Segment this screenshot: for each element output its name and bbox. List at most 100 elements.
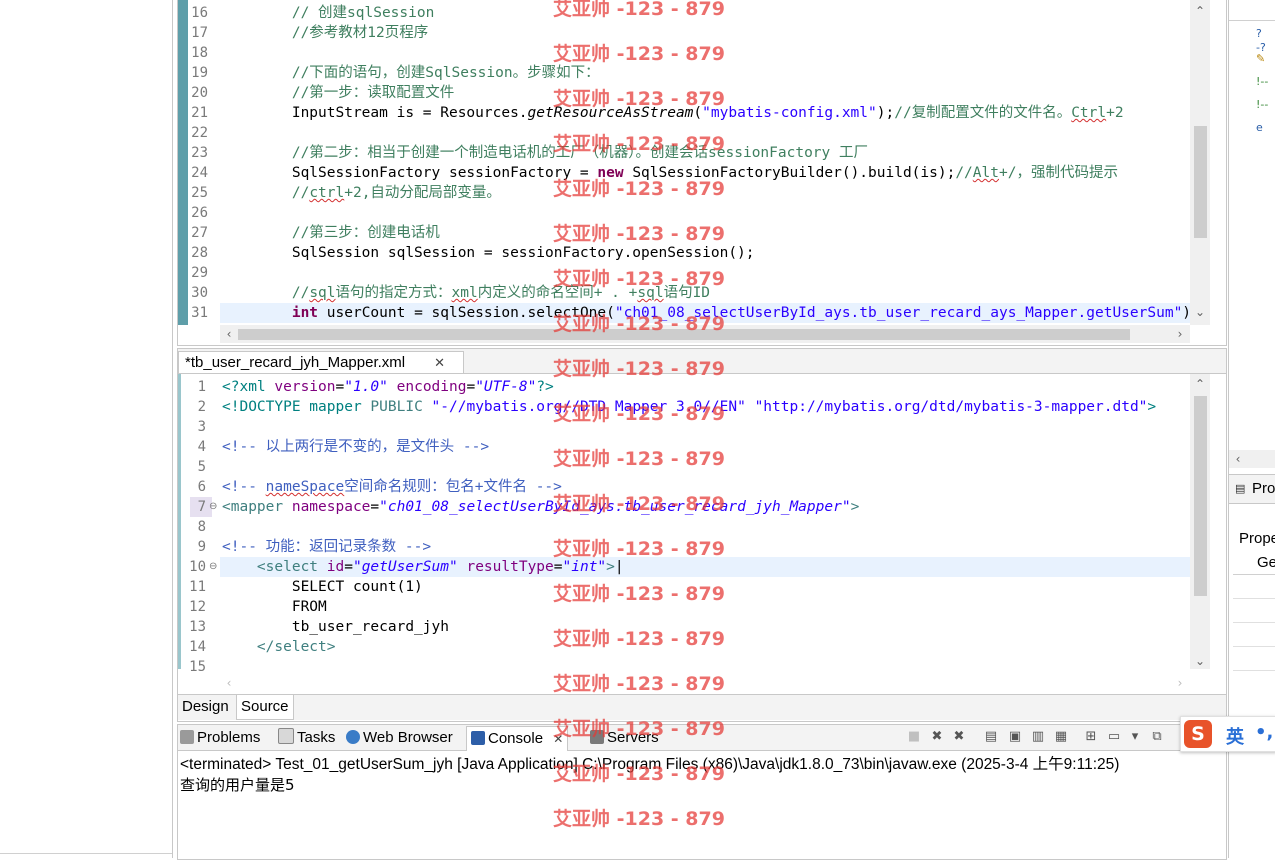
horizontal-scrollbar[interactable]: ‹ › [220, 674, 1190, 692]
show-on-output-icon[interactable]: ▦ [1054, 730, 1068, 744]
code-line[interactable]: InputStream is = Resources.getResourceAs… [222, 103, 1190, 123]
scroll-down-icon[interactable]: ⌄ [1193, 654, 1207, 668]
line-number: 7 [197, 499, 206, 515]
scroll-up-icon[interactable]: ⌃ [1193, 377, 1207, 391]
code-line[interactable]: </select> [222, 637, 1190, 657]
code-line[interactable]: tb_user_recard_jyh [222, 617, 1190, 637]
scroll-up-icon[interactable]: ⌃ [1193, 4, 1207, 18]
fold-icon[interactable]: ⊖ [209, 561, 217, 572]
horizontal-scrollbar[interactable]: ‹ [1229, 450, 1275, 468]
node-icon[interactable]: !-- [1256, 98, 1270, 112]
code-line[interactable]: SqlSessionFactory sessionFactory = new S… [222, 163, 1190, 183]
tab-web-browser[interactable]: Web Browser [346, 726, 453, 750]
code-line[interactable] [222, 517, 1190, 537]
line-number: 22 [191, 125, 208, 141]
outline-item-icon[interactable]: ?-? [1256, 27, 1270, 54]
line-number: 18 [191, 45, 208, 61]
ime-mode-label[interactable]: 英 [1226, 723, 1244, 749]
remove-all-icon[interactable]: ✖ [952, 730, 966, 744]
scroll-left-icon[interactable]: ‹ [222, 327, 236, 341]
code-line[interactable]: //sql语句的指定方式：xml内定义的命名空间+ . +sql语句ID [222, 283, 1190, 303]
code-line[interactable]: <select id="getUserSum" resultType="int"… [222, 557, 1190, 577]
code-line[interactable]: int userCount = sqlSession.selectOne("ch… [222, 303, 1190, 323]
fold-icon[interactable]: ⊖ [209, 501, 217, 512]
word-wrap-icon[interactable]: ▥ [1031, 730, 1045, 744]
code-line[interactable]: <?xml version="1.0" encoding="UTF-8"?> [222, 377, 1190, 397]
scroll-right-icon[interactable]: › [1173, 676, 1187, 690]
line-number: 6 [197, 479, 206, 495]
code-line[interactable] [222, 43, 1190, 63]
code-line[interactable]: //下面的语句，创建SqlSession。步骤如下： [222, 63, 1190, 83]
console-icon [471, 731, 485, 745]
code-line[interactable]: <!-- 功能：返回记录条数 --> [222, 537, 1190, 557]
line-number: 9 [197, 539, 206, 555]
ime-toolbar[interactable]: S 英 •, [1180, 716, 1275, 752]
node-icon[interactable]: !-- [1256, 75, 1270, 89]
punctuation-icon[interactable]: •, [1255, 722, 1273, 743]
line-number: 25 [191, 185, 208, 201]
scroll-thumb[interactable] [1194, 126, 1207, 238]
element-icon[interactable]: e [1256, 121, 1270, 135]
scroll-lock-icon[interactable]: ▣ [1008, 730, 1022, 744]
code-line[interactable]: //参考教材12页程序 [222, 23, 1190, 43]
tab-source[interactable]: Source [236, 695, 294, 720]
tab-label: Tasks [297, 729, 336, 746]
tab-tasks[interactable]: Tasks [278, 726, 335, 750]
close-icon[interactable]: ✕ [434, 352, 445, 374]
terminate-icon[interactable]: ■ [907, 730, 921, 744]
display-console-icon[interactable]: ▭ [1107, 730, 1121, 744]
sogou-logo-icon: S [1184, 720, 1212, 748]
hscroll-thumb[interactable] [238, 329, 1130, 340]
edit-icon[interactable]: ✎ [1256, 52, 1270, 66]
vertical-scrollbar[interactable]: ⌃ ⌄ [1190, 374, 1210, 669]
horizontal-scrollbar[interactable]: ‹ › [220, 325, 1190, 343]
code-line[interactable]: //第三步：创建电话机 [222, 223, 1190, 243]
code-line[interactable]: <!DOCTYPE mapper PUBLIC "-//mybatis.org/… [222, 397, 1190, 417]
properties-label: Prope [1239, 530, 1275, 547]
code-line[interactable]: <!-- 以上两行是不变的，是文件头 --> [222, 437, 1190, 457]
code-line[interactable]: SqlSession sqlSession = sessionFactory.o… [222, 243, 1190, 263]
scroll-left-icon[interactable]: ‹ [222, 676, 236, 690]
tab-properties[interactable]: Pro [1252, 480, 1275, 497]
tab-problems[interactable]: Problems [180, 726, 260, 750]
line-number: 16 [191, 5, 208, 21]
divider [1233, 622, 1275, 623]
vertical-scrollbar[interactable]: ⌃ ⌄ [1190, 0, 1210, 325]
remove-launch-icon[interactable]: ✖ [930, 730, 944, 744]
line-number: 3 [197, 419, 206, 435]
code-line[interactable]: SELECT count(1) [222, 577, 1190, 597]
pin-console-icon[interactable]: ⊞ [1084, 730, 1098, 744]
tab-console[interactable]: Console ✕ [466, 726, 569, 751]
code-line[interactable]: //ctrl+2,自动分配局部变量。 [222, 183, 1190, 203]
tab-servers[interactable]: Servers [590, 726, 659, 750]
code-line[interactable] [222, 417, 1190, 437]
clear-console-icon[interactable]: ▤ [984, 730, 998, 744]
code-line[interactable]: <mapper namespace="ch01_08_selectUserByI… [222, 497, 1190, 517]
code-line[interactable] [222, 203, 1190, 223]
general-tab-label[interactable]: Ge [1257, 554, 1275, 571]
properties-icon: ▤ [1235, 482, 1246, 495]
open-console-icon[interactable]: ⧉ [1150, 730, 1164, 744]
code-line[interactable] [222, 263, 1190, 283]
line-number: 29 [191, 265, 208, 281]
code-line[interactable]: //第一步：读取配置文件 [222, 83, 1190, 103]
code-line[interactable]: //第二步：相当于创建一个制造电话机的工厂（机器）。创建会话sessionFac… [222, 143, 1190, 163]
scroll-left-icon[interactable]: ‹ [1231, 452, 1245, 466]
line-number: 19 [191, 65, 208, 81]
tab-design[interactable]: Design [178, 695, 233, 719]
change-ruler [178, 0, 188, 325]
scroll-thumb[interactable] [1194, 396, 1207, 596]
close-icon[interactable]: ✕ [553, 732, 563, 746]
code-line[interactable] [222, 123, 1190, 143]
code-line[interactable] [222, 457, 1190, 477]
tab-xml-file[interactable]: *tb_user_recard_jyh_Mapper.xml ✕ [178, 351, 464, 373]
chevron-down-icon[interactable]: ▾ [1128, 730, 1142, 744]
xml-editor[interactable]: *tb_user_recard_jyh_Mapper.xml ✕ 1 <?xml … [177, 348, 1227, 722]
code-line[interactable]: // 创建sqlSession [222, 3, 1190, 23]
code-line[interactable]: <!-- nameSpace空间命名规则：包名+文件名 --> [222, 477, 1190, 497]
scroll-down-icon[interactable]: ⌄ [1193, 305, 1207, 319]
code-line[interactable]: FROM [222, 597, 1190, 617]
scroll-right-icon[interactable]: › [1173, 327, 1187, 341]
line-number: 13 [189, 619, 206, 635]
java-editor[interactable]: 16 // 创建sqlSession 17 //参考教材12页程序 18 19 //下… [177, 0, 1227, 346]
